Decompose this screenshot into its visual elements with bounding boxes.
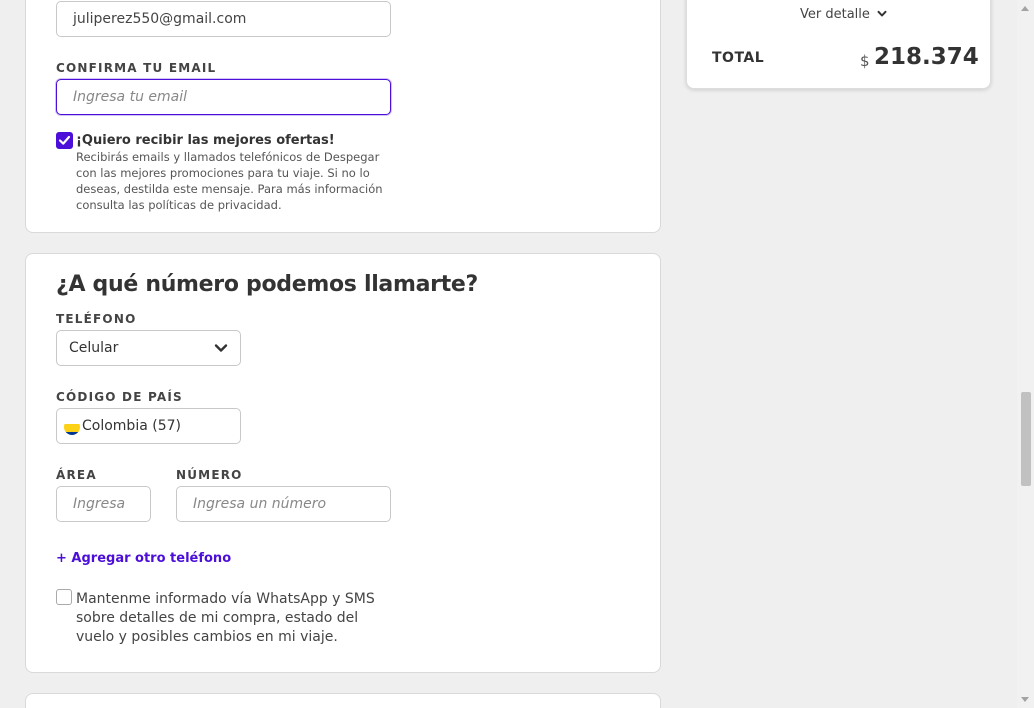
country-code-select[interactable]: Colombia (57) [56,408,241,444]
whatsapp-checkbox[interactable] [56,589,72,605]
add-phone-link[interactable]: + Agregar otro teléfono [56,551,231,566]
phone-card: ¿A qué número podemos llamarte? TELÉFONO… [25,253,661,673]
area-label: ÁREA [56,468,97,482]
offers-description: Recibirás emails y llamados telefónicos … [76,150,383,212]
email-card: juliperez550@gmail.com CONFIRMA TU EMAIL… [25,0,661,233]
colombia-flag-icon [64,419,80,435]
view-detail-label: Ver detalle [800,7,870,22]
total-label: TOTAL [712,50,765,66]
next-section-card [25,693,661,708]
offers-checkbox[interactable] [56,132,73,149]
view-detail-link[interactable]: Ver detalle [800,7,887,22]
email-field[interactable]: juliperez550@gmail.com [56,1,391,37]
country-code-value: Colombia (57) [82,418,181,434]
currency-symbol: $ [860,52,870,70]
whatsapp-text: Mantenme informado vía WhatsApp y SMS so… [76,591,375,645]
country-code-label: CÓDIGO DE PAÍS [56,390,183,404]
scroll-thumb[interactable] [1021,392,1031,486]
confirm-email-label: CONFIRMA TU EMAIL [56,61,217,75]
phone-type-value: Celular [69,340,119,356]
confirm-email-input[interactable]: Ingresa tu email [56,79,391,115]
check-icon [58,135,71,145]
area-input[interactable]: Ingresa [56,486,151,522]
chevron-down-icon [877,10,887,17]
phone-type-select[interactable]: Celular [56,330,241,366]
price-summary-card: Ver detalle TOTAL $ 218.374 [686,0,991,89]
total-amount: 218.374 [874,44,979,70]
page-scrollbar[interactable] [1017,0,1034,708]
phone-type-label: TELÉFONO [56,312,137,326]
scroll-down-arrow-icon[interactable] [1021,697,1029,702]
scroll-up-arrow-icon[interactable] [1021,6,1029,11]
chevron-down-icon [214,344,228,352]
number-label: NÚMERO [176,468,243,482]
number-input[interactable]: Ingresa un número [176,486,391,522]
phone-section-title: ¿A qué número podemos llamarte? [56,272,478,297]
offers-title: ¡Quiero recibir las mejores ofertas! [76,133,335,148]
